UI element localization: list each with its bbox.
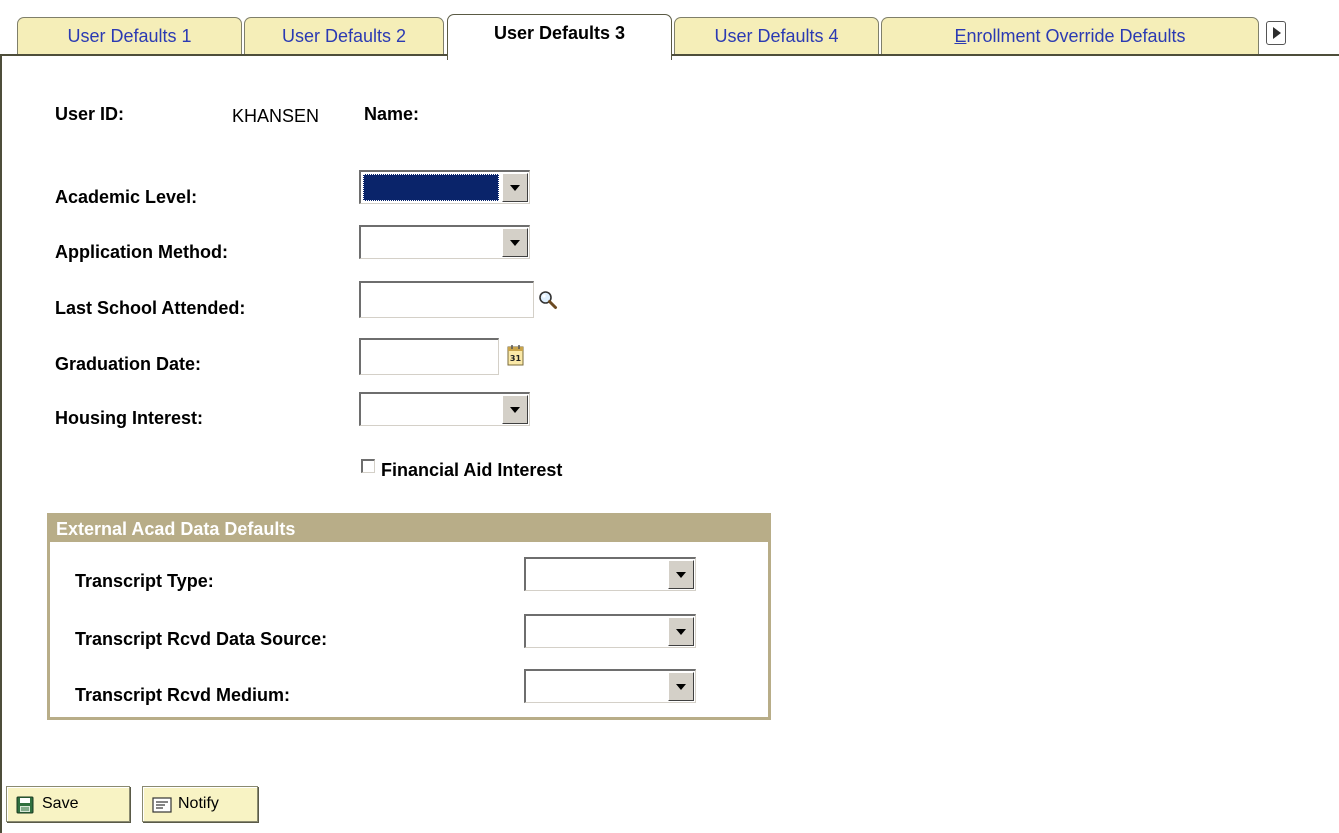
financial-aid-label[interactable]: Financial Aid Interest <box>381 460 562 481</box>
notify-icon <box>152 797 172 813</box>
last-school-label: Last School Attended: <box>55 298 246 318</box>
tab-user-defaults-3[interactable]: User Defaults 3 <box>447 14 672 60</box>
floppy-disk-icon <box>16 796 34 814</box>
save-button-label: Save <box>42 795 79 812</box>
notify-button-label: Notify <box>178 795 219 812</box>
notify-button[interactable]: Notify <box>142 786 258 822</box>
tab-accesskey: E <box>954 26 967 46</box>
application-method-select[interactable] <box>359 225 530 259</box>
transcript-source-label: Transcript Rcvd Data Source: <box>75 629 328 649</box>
tab-enrollment-override-defaults[interactable]: Enrollment Override Defaults <box>881 17 1259 54</box>
application-method-label: Application Method: <box>55 242 228 262</box>
housing-interest-label: Housing Interest: <box>55 408 204 428</box>
tab-user-defaults-1[interactable]: User Defaults 1 <box>17 17 242 54</box>
tab-user-defaults-4[interactable]: User Defaults 4 <box>674 17 879 54</box>
calendar-day-text: 31 <box>510 354 522 363</box>
save-button[interactable]: Save <box>6 786 130 822</box>
transcript-medium-select[interactable] <box>524 669 696 703</box>
tab-strip: User Defaults 1 User Defaults 2 User Def… <box>0 0 1339 833</box>
chevron-down-icon[interactable] <box>502 173 528 202</box>
graduation-date-label: Graduation Date: <box>55 354 202 374</box>
transcript-source-select[interactable] <box>524 614 696 648</box>
tab-scroll-right-icon[interactable] <box>1266 21 1286 45</box>
tab-label: User Defaults 1 <box>67 26 192 46</box>
calendar-icon[interactable]: 31 <box>507 344 524 366</box>
selection-highlight <box>363 174 499 201</box>
group-title: External Acad Data Defaults <box>50 516 768 542</box>
tab-label: nrollment Override Defaults <box>966 26 1186 46</box>
chevron-down-icon[interactable] <box>668 672 694 701</box>
tab-label: User Defaults 4 <box>714 26 839 46</box>
chevron-down-icon[interactable] <box>668 617 694 646</box>
user-id-label: User ID: <box>55 104 125 124</box>
tab-label: User Defaults 2 <box>281 26 407 46</box>
transcript-type-select[interactable] <box>524 557 696 591</box>
graduation-date-input[interactable] <box>359 338 499 375</box>
last-school-input[interactable] <box>359 281 534 318</box>
user-id-value: KHANSEN <box>232 106 320 126</box>
housing-interest-select[interactable] <box>359 392 530 426</box>
chevron-down-icon[interactable] <box>668 560 694 589</box>
chevron-down-icon[interactable] <box>502 228 528 257</box>
chevron-down-icon[interactable] <box>502 395 528 424</box>
name-label: Name: <box>364 104 420 124</box>
financial-aid-checkbox[interactable] <box>361 459 375 473</box>
tab-user-defaults-2[interactable]: User Defaults 2 <box>244 17 444 54</box>
external-acad-data-group: External Acad Data Defaults Transcript T… <box>47 513 771 720</box>
academic-level-label: Academic Level: <box>55 187 198 207</box>
search-icon[interactable] <box>538 290 558 310</box>
transcript-medium-label: Transcript Rcvd Medium: <box>75 685 291 705</box>
tab-label: User Defaults 3 <box>493 23 626 43</box>
transcript-type-label: Transcript Type: <box>75 571 214 591</box>
academic-level-select[interactable] <box>359 170 530 204</box>
calendar-icon-graphic: 31 <box>507 345 524 366</box>
